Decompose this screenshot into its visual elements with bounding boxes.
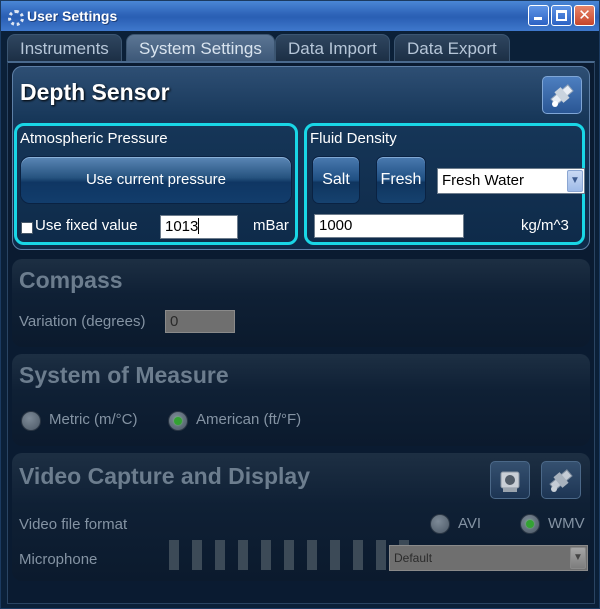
meter-segment	[169, 540, 179, 570]
minimize-icon	[534, 17, 542, 20]
meter-segment	[238, 540, 248, 570]
tab-data-export[interactable]: Data Export	[394, 34, 510, 61]
use-fixed-value-label: Use fixed value	[35, 217, 138, 234]
user-settings-window: User Settings ✕ Instruments System Setti…	[0, 0, 600, 609]
video-format-label: Video file format	[19, 516, 128, 533]
microphone-value: Default	[394, 551, 433, 565]
video-satellite-button[interactable]	[541, 461, 581, 499]
tab-system-settings[interactable]: System Settings	[126, 34, 275, 61]
salt-button[interactable]: Salt	[312, 156, 360, 204]
meter-segment	[192, 540, 202, 570]
fixed-pressure-input[interactable]: 1013	[160, 215, 238, 239]
maximize-button[interactable]	[551, 5, 572, 26]
microphone-select[interactable]: Default ▼	[389, 545, 588, 571]
compass-section: Compass Variation (degrees) 0	[12, 259, 590, 347]
meter-segment	[261, 540, 271, 570]
fluid-type-value: Fresh Water	[442, 172, 524, 189]
maximize-icon	[556, 10, 567, 21]
meter-segment	[330, 540, 340, 570]
close-icon: ✕	[578, 7, 591, 24]
meter-segment	[353, 540, 363, 570]
variation-input[interactable]: 0	[165, 310, 235, 333]
meter-segment	[376, 540, 386, 570]
meter-segment	[215, 540, 225, 570]
american-label: American (ft/°F)	[196, 411, 302, 428]
window-title: User Settings	[27, 8, 118, 24]
variation-label: Variation (degrees)	[19, 313, 146, 330]
fluid-density-group: Fluid Density Salt Fresh Fresh Water ▼ 1…	[304, 123, 585, 245]
metric-radio[interactable]	[21, 411, 41, 431]
use-current-pressure-button[interactable]: Use current pressure	[20, 156, 292, 204]
title-bar[interactable]: User Settings ✕	[1, 1, 599, 31]
chevron-down-icon[interactable]: ▼	[567, 170, 583, 192]
fluid-density-title: Fluid Density	[310, 130, 397, 147]
meter-segment	[284, 540, 294, 570]
fluid-density-input[interactable]: 1000	[314, 214, 464, 238]
video-capture-section: Video Capture and Display Video file for…	[12, 453, 590, 581]
pressure-unit-label: mBar	[253, 217, 289, 234]
tab-instruments[interactable]: Instruments	[7, 34, 122, 61]
depth-sensor-section: Depth Sensor Atmospheric Pressure Use cu…	[12, 66, 590, 250]
chevron-down-icon[interactable]: ▼	[570, 547, 586, 569]
american-radio[interactable]	[168, 411, 188, 431]
atmospheric-pressure-group: Atmospheric Pressure Use current pressur…	[14, 123, 298, 245]
density-unit-label: kg/m^3	[521, 217, 569, 234]
fluid-type-select[interactable]: Fresh Water ▼	[437, 168, 585, 194]
minimize-button[interactable]	[528, 5, 549, 26]
atmospheric-pressure-title: Atmospheric Pressure	[20, 130, 168, 147]
video-capture-title: Video Capture and Display	[19, 463, 310, 489]
depth-sensor-title: Depth Sensor	[20, 79, 170, 105]
wmv-label: WMV	[548, 515, 585, 532]
camera-button[interactable]	[490, 461, 530, 499]
avi-radio[interactable]	[430, 514, 450, 534]
tab-data-import[interactable]: Data Import	[275, 34, 390, 61]
wmv-radio[interactable]	[520, 514, 540, 534]
fresh-button[interactable]: Fresh	[376, 156, 426, 204]
satellite-icon	[550, 84, 574, 107]
system-of-measure-title: System of Measure	[19, 362, 229, 388]
use-fixed-value-checkbox[interactable]	[21, 222, 33, 234]
satellite-icon	[549, 469, 573, 492]
meter-segment	[307, 540, 317, 570]
metric-label: Metric (m/°C)	[49, 411, 138, 428]
compass-title: Compass	[19, 267, 123, 293]
tab-bar: Instruments System Settings Data Import …	[1, 31, 599, 61]
system-of-measure-section: System of Measure Metric (m/°C) American…	[12, 354, 590, 446]
close-button[interactable]: ✕	[574, 5, 595, 26]
settings-content: Depth Sensor Atmospheric Pressure Use cu…	[7, 61, 595, 604]
video-camera-icon	[500, 471, 520, 492]
depth-sensor-satellite-button[interactable]	[542, 76, 582, 114]
avi-label: AVI	[458, 515, 482, 532]
gear-icon	[6, 8, 24, 26]
microphone-label: Microphone	[19, 551, 98, 568]
